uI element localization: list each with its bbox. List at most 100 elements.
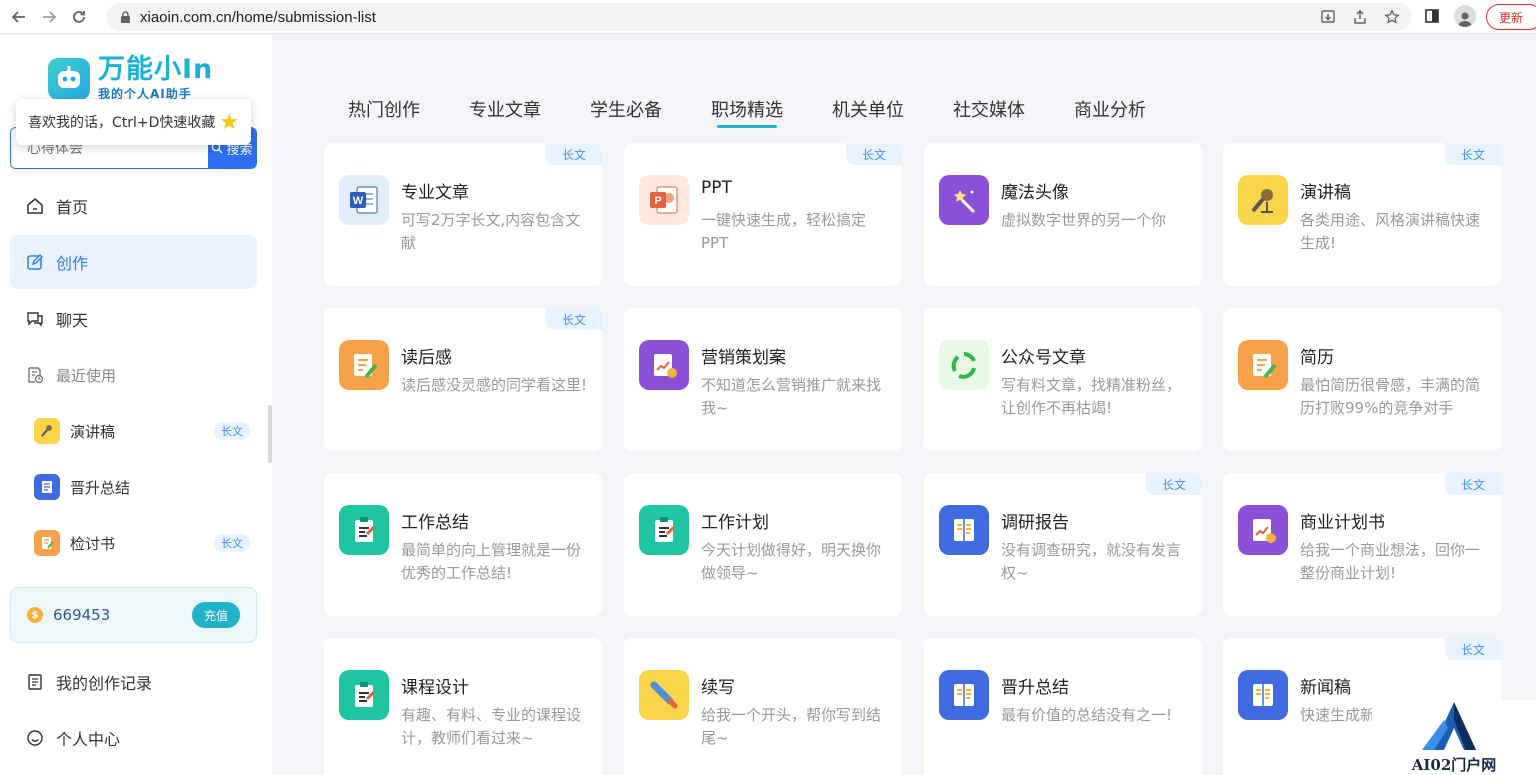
card-work-plan[interactable]: 工作计划 今天计划做得好，明天换你做领导~: [624, 473, 902, 616]
recent-item-self-criticism[interactable]: 检讨书 长文: [34, 523, 252, 563]
card-desc: 最简单的向上管理就是一份优秀的工作总结!: [401, 541, 582, 582]
document-feather-icon: [339, 340, 389, 390]
recent-item-speech[interactable]: 演讲稿 长文: [34, 411, 252, 451]
share-icon[interactable]: [1350, 7, 1370, 27]
long-text-badge: 长文: [214, 534, 250, 552]
microphone-icon: [34, 418, 60, 444]
long-text-tag: 长文: [1445, 638, 1501, 660]
coin-amount: 669453: [53, 606, 111, 624]
microphone-icon: [1238, 175, 1288, 225]
lock-icon: [118, 10, 132, 24]
card-desc: 给我一个商业想法，回你一整份商业计划!: [1300, 541, 1481, 582]
card-resume[interactable]: 简历 最怕简历很骨感，丰满的简历打败99%的竞争对手: [1223, 308, 1501, 451]
brand-logo[interactable]: 万能小In 我的个人AI助手: [48, 55, 213, 102]
tab-professional[interactable]: 专业文章: [469, 96, 541, 126]
nav-profile[interactable]: 个人中心: [10, 711, 257, 765]
nav-records-label: 我的创作记录: [56, 674, 153, 693]
install-icon[interactable]: [1318, 7, 1338, 27]
card-title: 新闻稿: [1300, 678, 1351, 698]
update-button[interactable]: 更新: [1486, 4, 1536, 30]
card-title: 调研报告: [1001, 513, 1069, 533]
svg-text:P: P: [654, 195, 661, 207]
card-title: 工作计划: [701, 513, 769, 533]
tab-government[interactable]: 机关单位: [832, 96, 904, 126]
card-promotion-summary[interactable]: 晋升总结 最有价值的总结没有之一!: [924, 638, 1202, 775]
bookmark-star-icon[interactable]: [1382, 7, 1402, 27]
card-speech[interactable]: 演讲稿 各类用途、风格演讲稿快速生成! 长文: [1223, 143, 1501, 286]
long-text-tag: 长文: [1445, 143, 1501, 165]
watermark-logo-icon: [1422, 702, 1476, 750]
back-button[interactable]: [4, 2, 34, 32]
recent-item-label: 演讲稿: [70, 422, 116, 441]
card-desc: 最有价值的总结没有之一!: [1001, 706, 1173, 724]
tab-business[interactable]: 商业分析: [1074, 96, 1146, 126]
card-ppt[interactable]: P PPT 一键快速生成，轻松搞定PPT 长文: [624, 143, 902, 286]
category-tabs: 热门创作 专业文章 学生必备 职场精选 机关单位 社交媒体 商业分析: [348, 96, 1195, 128]
card-magic-avatar[interactable]: 魔法头像 虚拟数字世界的另一个你: [924, 143, 1202, 286]
reload-button[interactable]: [64, 2, 94, 32]
sidebar-scrollbar[interactable]: [268, 405, 272, 463]
card-title: 读后感: [401, 348, 452, 368]
bookmark-tooltip: 喜欢我的话，Ctrl+D快速收藏 ★: [16, 99, 251, 145]
word-icon: W: [339, 175, 389, 225]
nav-create-label: 创作: [56, 254, 89, 273]
nav-home[interactable]: 首页: [10, 179, 257, 233]
notebook-icon: [939, 670, 989, 720]
long-text-tag: 长文: [1445, 473, 1501, 495]
card-wechat-article[interactable]: 公众号文章 写有料文章，找精准粉丝，让创作不再枯竭!: [924, 308, 1202, 451]
notebook-icon: [34, 474, 60, 500]
clipboard-pen-icon: [339, 505, 389, 555]
card-desc: 各类用途、风格演讲稿快速生成!: [1300, 211, 1481, 252]
card-work-summary[interactable]: 工作总结 最简单的向上管理就是一份优秀的工作总结!: [324, 473, 602, 616]
card-marketing-plan[interactable]: 营销策划案 不知道怎么营销推广就来找我~: [624, 308, 902, 451]
recent-doc-icon: [24, 364, 46, 386]
tab-hot[interactable]: 热门创作: [348, 96, 420, 126]
side-panel-icon[interactable]: [1420, 4, 1444, 28]
robot-logo-icon: [48, 57, 90, 100]
card-title: 晋升总结: [1001, 678, 1069, 698]
card-desc: 有趣、有料、专业的课程设计，教师们看过来~: [401, 706, 582, 747]
card-continue-writing[interactable]: 续写 给我一个开头，帮你写到结尾~: [624, 638, 902, 775]
profile-avatar[interactable]: [1454, 5, 1476, 27]
tab-student[interactable]: 学生必备: [590, 96, 662, 126]
recent-item-label: 晋升总结: [70, 478, 131, 497]
chat-icon: [24, 308, 46, 330]
tab-social-media[interactable]: 社交媒体: [953, 96, 1025, 126]
nav-create[interactable]: 创作: [10, 235, 257, 289]
card-business-plan[interactable]: 商业计划书 给我一个商业想法，回你一整份商业计划! 长文: [1223, 473, 1501, 616]
update-label: 更新: [1499, 10, 1524, 25]
notebook-icon: [1238, 670, 1288, 720]
card-research-report[interactable]: 调研报告 没有调查研究，就没有发言权~ 长文: [924, 473, 1202, 616]
recent-item-label: 检讨书: [70, 534, 116, 553]
card-title: 魔法头像: [1001, 183, 1069, 203]
svg-text:W: W: [353, 195, 364, 207]
long-text-tag: 长文: [546, 308, 602, 330]
url-text: xiaoin.com.cn/home/submission-list: [140, 8, 376, 26]
card-title: 课程设计: [401, 678, 469, 698]
card-desc: 读后感没灵感的同学看这里!: [401, 376, 588, 394]
home-icon: [24, 195, 46, 217]
record-list-icon: [24, 671, 46, 693]
long-text-badge: 长文: [214, 422, 250, 440]
recent-item-promotion[interactable]: 晋升总结: [34, 467, 252, 507]
forward-button[interactable]: [34, 2, 64, 32]
star-icon: ★: [219, 109, 240, 135]
card-desc: 可写2万字长文,内容包含文献: [401, 211, 581, 252]
address-bar[interactable]: xiaoin.com.cn/home/submission-list: [106, 3, 1412, 31]
card-title: 简历: [1300, 348, 1334, 368]
coin-balance: $ 669453 充值: [10, 587, 257, 643]
nav-chat-label: 聊天: [56, 311, 89, 330]
notebook-icon: [939, 505, 989, 555]
nav-chat[interactable]: 聊天: [10, 292, 257, 346]
nav-records[interactable]: 我的创作记录: [10, 655, 257, 709]
long-text-tag: 长文: [1146, 473, 1202, 495]
nav-recent: 最近使用: [10, 348, 257, 402]
card-professional-article[interactable]: W 专业文章 可写2万字长文,内容包含文献 长文: [324, 143, 602, 286]
card-course-design[interactable]: 课程设计 有趣、有料、专业的课程设计，教师们看过来~: [324, 638, 602, 775]
chart-coin-icon: [1238, 505, 1288, 555]
document-feather-icon: [1238, 340, 1288, 390]
card-title: 工作总结: [401, 513, 469, 533]
recharge-button[interactable]: 充值: [192, 602, 240, 628]
tab-workplace[interactable]: 职场精选: [711, 96, 783, 128]
card-reading-reflection[interactable]: 读后感 读后感没灵感的同学看这里! 长文: [324, 308, 602, 451]
